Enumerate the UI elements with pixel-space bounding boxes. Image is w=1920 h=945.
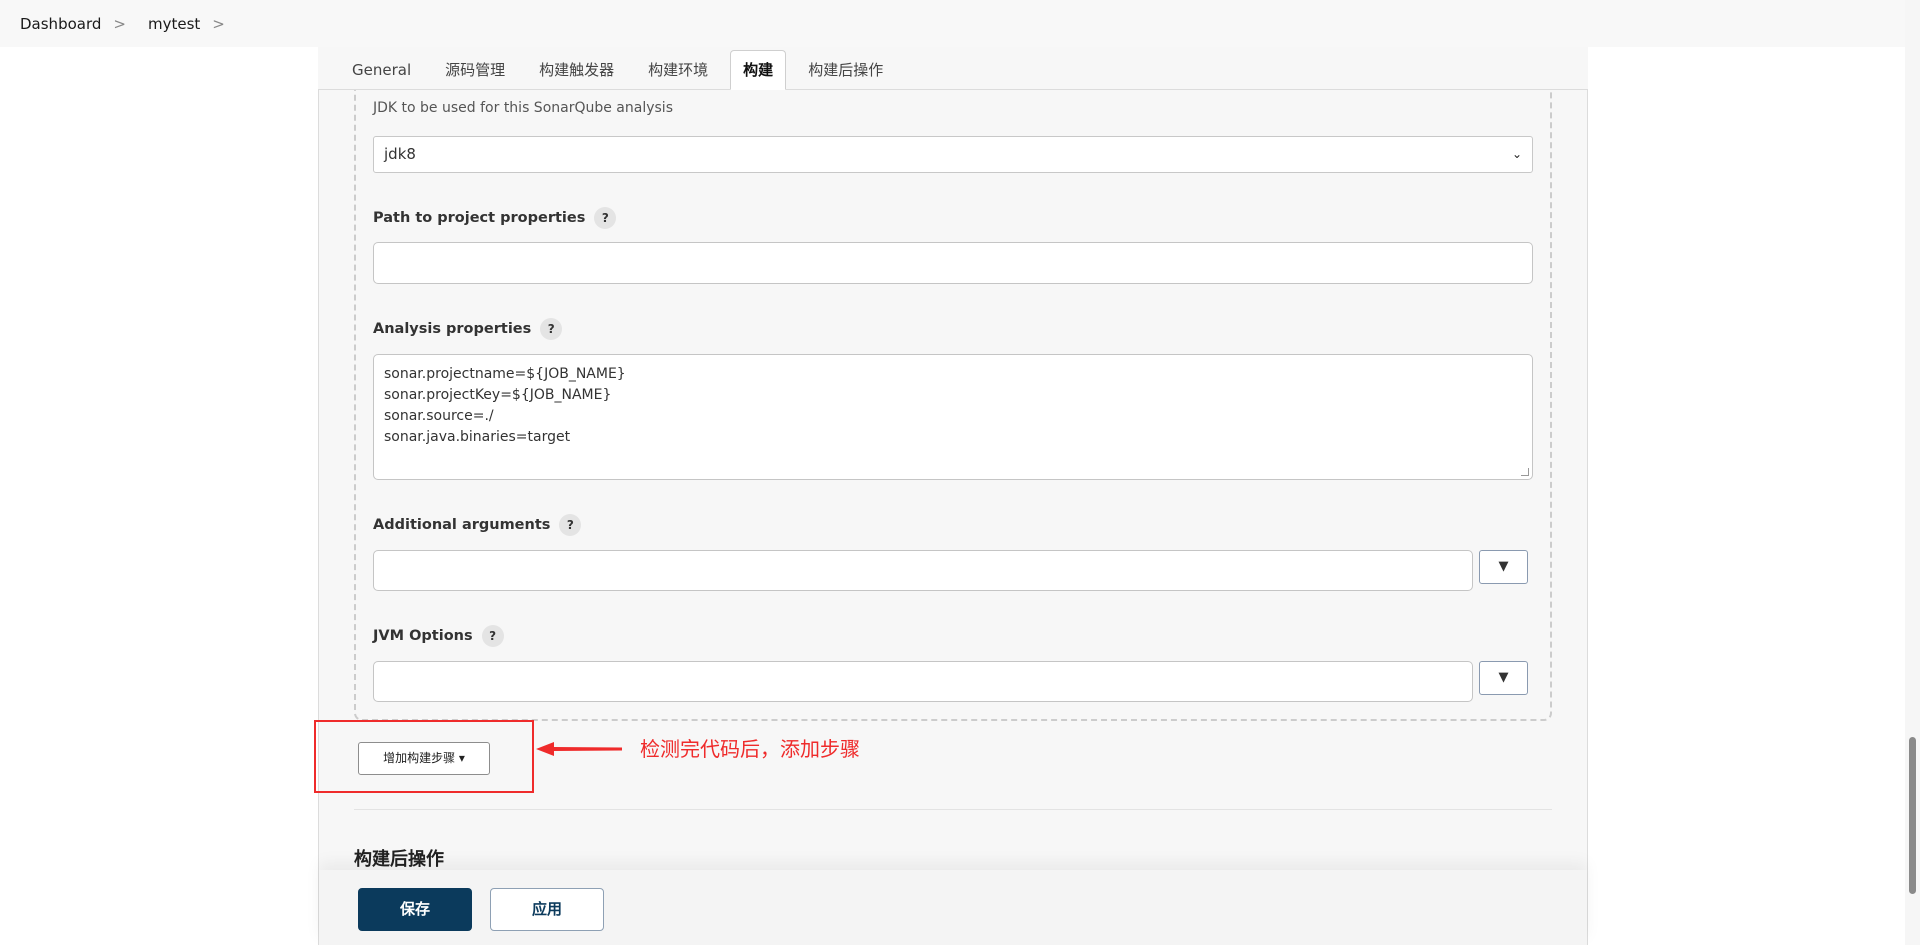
path-properties-label: Path to project properties ? [373, 207, 617, 229]
tab-post-build[interactable]: 构建后操作 [796, 51, 895, 89]
tab-build-environment[interactable]: 构建环境 [636, 51, 720, 89]
path-properties-input[interactable] [373, 242, 1533, 284]
additional-arguments-expand-button[interactable]: ▼ [1479, 550, 1528, 584]
section-divider [354, 809, 1552, 810]
jvm-options-label: JVM Options ? [373, 625, 504, 647]
analysis-line: sonar.projectname=${JOB_NAME} [384, 366, 626, 382]
analysis-line: sonar.source=./ [384, 408, 494, 424]
tab-build-triggers[interactable]: 构建触发器 [527, 51, 626, 89]
help-icon[interactable]: ? [559, 514, 582, 536]
save-button[interactable]: 保存 [358, 888, 472, 931]
apply-button[interactable]: 应用 [490, 888, 604, 931]
jvm-options-input[interactable] [373, 661, 1473, 702]
annotation-highlight-box [314, 720, 534, 793]
annotation-text: 检测完代码后，添加步骤 [640, 737, 860, 761]
path-properties-label-text: Path to project properties [373, 210, 586, 226]
jvm-options-label-text: JVM Options [373, 628, 473, 644]
resize-grip-icon[interactable] [1521, 468, 1529, 476]
breadcrumb-separator-icon: > [212, 14, 225, 33]
breadcrumb-bar: Dashboard > mytest > [0, 0, 1905, 47]
analysis-properties-label: Analysis properties ? [373, 318, 563, 340]
additional-arguments-input[interactable] [373, 550, 1473, 591]
additional-arguments-label-text: Additional arguments [373, 517, 551, 533]
help-icon[interactable]: ? [481, 625, 504, 647]
analysis-line: sonar.java.binaries=target [384, 429, 571, 445]
chevron-down-icon: ⌄ [1511, 147, 1522, 161]
breadcrumb-dashboard[interactable]: Dashboard [20, 15, 101, 33]
page-scrollbar[interactable] [1905, 0, 1920, 945]
jvm-options-expand-button[interactable]: ▼ [1479, 661, 1528, 695]
scrollbar-thumb[interactable] [1909, 737, 1916, 894]
help-icon[interactable]: ? [540, 318, 563, 340]
tab-general[interactable]: General [340, 51, 423, 89]
jdk-select[interactable]: jdk8 ⌄ [373, 136, 1533, 173]
tab-build[interactable]: 构建 [730, 50, 787, 90]
tab-source-control[interactable]: 源码管理 [433, 51, 517, 89]
post-build-section-title: 构建后操作 [354, 849, 444, 870]
help-icon[interactable]: ? [594, 207, 617, 229]
breadcrumb-separator-icon: > [113, 14, 126, 33]
config-tabs: General 源码管理 构建触发器 构建环境 构建 构建后操作 [318, 47, 1588, 90]
analysis-properties-label-text: Analysis properties [373, 321, 532, 337]
analysis-line: sonar.projectKey=${JOB_NAME} [384, 387, 612, 403]
analysis-properties-textarea[interactable]: sonar.projectname=${JOB_NAME} sonar.proj… [373, 354, 1533, 480]
additional-arguments-label: Additional arguments ? [373, 514, 582, 536]
annotation-arrow-icon [536, 742, 622, 756]
breadcrumb-mytest[interactable]: mytest [148, 15, 200, 33]
jdk-label: JDK to be used for this SonarQube analys… [373, 100, 673, 116]
jdk-select-value: jdk8 [384, 145, 416, 163]
